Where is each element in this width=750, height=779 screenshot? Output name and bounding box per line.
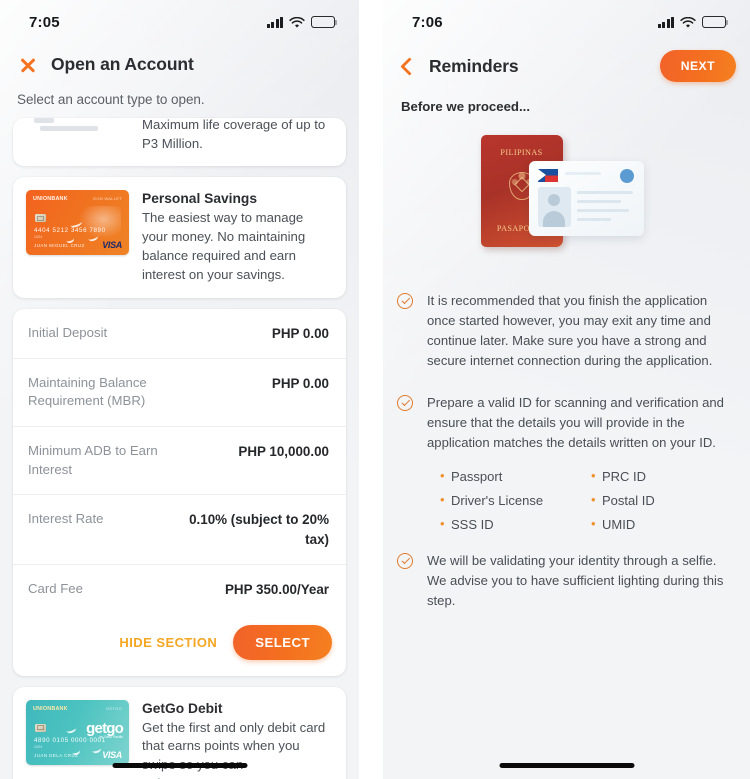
list-item: SSS ID: [440, 516, 585, 532]
status-icon-group: [266, 16, 338, 28]
detail-value: PHP 10,000.00: [238, 444, 329, 459]
card-chip-icon: [35, 214, 46, 222]
list-item: PRC ID: [591, 468, 736, 484]
list-item: We will be validating your identity thro…: [397, 540, 736, 622]
detail-value: PHP 0.00: [271, 375, 329, 391]
card-valid-thru: 12/24: [34, 744, 42, 749]
credit-card-art-orange: UNIONBANK EON WALLET 4404 5212 3456 7890…: [26, 190, 129, 255]
page-subtitle: Select an account type to open.: [17, 92, 205, 107]
right-phone-screen: 7:06 Reminders NEXT Before we proceed...…: [383, 0, 750, 779]
list-item: Postal ID: [591, 492, 736, 508]
insurance-logo: [26, 118, 129, 154]
card-chip-icon: [35, 723, 46, 732]
list-item: It is recommended that you finish the ap…: [397, 280, 736, 382]
detail-value: PHP 0.00: [271, 325, 329, 341]
check-circle-icon: [397, 553, 413, 570]
page-title: Open an Account: [51, 54, 194, 74]
id-card-graphic: [528, 161, 644, 236]
wifi-icon: [289, 16, 305, 28]
home-indicator: [499, 763, 634, 768]
account-type-list[interactable]: Maximum life coverage of up to P3 Millio…: [0, 107, 359, 779]
detail-label: Initial Deposit: [28, 324, 108, 340]
list-item: Prepare a valid ID for scanning and veri…: [397, 382, 736, 464]
left-status-bar: 7:05: [0, 0, 359, 44]
screenshot-stage: 7:05 Open an Account Select an account t…: [0, 0, 750, 779]
page-title: Reminders: [429, 55, 519, 76]
next-button[interactable]: NEXT: [659, 50, 736, 82]
card-thumbnail-getgo: UNIONBANK GETGO getgo by Cebu Pacific 489…: [26, 699, 129, 765]
list-item: UMID: [591, 516, 736, 532]
table-row: Initial Deposit PHP 0.00: [13, 309, 346, 358]
philippine-flag-icon: [537, 169, 558, 182]
check-circle-icon: [397, 293, 413, 309]
id-emblem-icon: [619, 169, 634, 183]
product-name: Personal Savings: [142, 191, 258, 206]
product-description: Get the first and only debit card that e…: [142, 719, 326, 779]
card-number: 4404 5212 3456 7890: [34, 227, 106, 234]
select-button[interactable]: SELECT: [233, 624, 332, 660]
card-tagline: GETGO: [106, 705, 122, 711]
product-summary: UNIONBANK EON WALLET 4404 5212 3456 7890…: [13, 177, 346, 298]
detail-value: PHP 350.00/Year: [225, 581, 329, 597]
list-item: Driver's License: [440, 492, 585, 508]
card-brand: UNIONBANK: [33, 196, 68, 202]
id-photo-placeholder: [537, 187, 571, 227]
reminder-text: Prepare a valid ID for scanning and veri…: [427, 395, 724, 451]
home-indicator: [112, 763, 247, 768]
card-actions: HIDE SECTION SELECT: [13, 614, 346, 676]
wifi-icon: [680, 16, 696, 28]
credit-card-art-teal: UNIONBANK GETGO getgo by Cebu Pacific 489…: [26, 699, 129, 765]
account-card-clipped[interactable]: Maximum life coverage of up to P3 Millio…: [13, 118, 346, 166]
table-row: Card Fee PHP 350.00/Year: [13, 563, 346, 614]
card-thumbnail-unionbank: UNIONBANK EON WALLET 4404 5212 3456 7890…: [26, 190, 129, 255]
account-card-personal-savings[interactable]: UNIONBANK EON WALLET 4404 5212 3456 7890…: [13, 177, 346, 298]
reminder-text: It is recommended that you finish the ap…: [427, 293, 713, 369]
check-circle-icon: [397, 395, 413, 412]
visa-logo: VISA: [102, 240, 122, 250]
visa-logo: VISA: [102, 749, 122, 760]
chevron-left-icon[interactable]: [401, 57, 413, 75]
right-status-bar: 7:06: [383, 0, 750, 44]
reminder-text: We will be validating your identity thro…: [427, 553, 724, 609]
card-brand: UNIONBANK: [33, 705, 68, 712]
reminder-list: It is recommended that you finish the ap…: [383, 272, 750, 622]
product-name: GetGo Debit: [142, 700, 223, 716]
status-clock: 7:06: [412, 13, 443, 31]
status-icon-group: [657, 16, 729, 28]
passport-top-text: PILIPINAS: [500, 148, 543, 157]
detail-value: 0.10% (subject to 20% tax): [189, 512, 329, 547]
card-holder-name: JUAN DELA CRUZ: [34, 752, 79, 758]
hide-section-button[interactable]: HIDE SECTION: [119, 635, 217, 650]
close-icon[interactable]: [18, 55, 38, 75]
card-number: 4890 0105 0000 0001: [34, 736, 106, 744]
product-description: The easiest way to manage your money. No…: [142, 210, 306, 282]
table-row: Maintaining Balance Requirement (MBR) PH…: [13, 357, 346, 426]
card-tagline: EON WALLET: [93, 196, 122, 201]
cellular-bars-icon: [266, 16, 283, 28]
id-illustration: PILIPINAS PASAPORTE: [383, 114, 750, 272]
status-clock: 7:05: [29, 13, 60, 31]
left-header: Open an Account: [0, 44, 359, 75]
battery-icon: [702, 16, 729, 28]
product-details-card: Initial Deposit PHP 0.00 Maintaining Bal…: [13, 308, 346, 676]
detail-label: Interest Rate: [28, 511, 104, 527]
valid-id-list: Passport PRC ID Driver's License Postal …: [397, 464, 736, 540]
battery-icon: [311, 16, 338, 28]
detail-label: Minimum ADB to Earn Interest: [28, 443, 158, 477]
left-phone-screen: 7:05 Open an Account Select an account t…: [0, 0, 359, 779]
card-holder-name: JUAN MIGUEL CRUZ: [34, 243, 85, 248]
card-valid-thru: 12/24: [34, 235, 42, 239]
detail-label: Card Fee: [28, 580, 83, 596]
page-subtitle: Before we proceed...: [401, 99, 530, 114]
cellular-bars-icon: [657, 16, 674, 28]
list-item: Passport: [440, 468, 585, 484]
detail-label: Maintaining Balance Requirement (MBR): [28, 374, 147, 409]
clipped-card-text: Maximum life coverage of up to P3 Millio…: [142, 118, 326, 151]
table-row: Minimum ADB to Earn Interest PHP 10,000.…: [13, 426, 346, 494]
table-row: Interest Rate 0.10% (subject to 20% tax): [13, 494, 346, 563]
right-header: Reminders NEXT: [383, 44, 750, 82]
